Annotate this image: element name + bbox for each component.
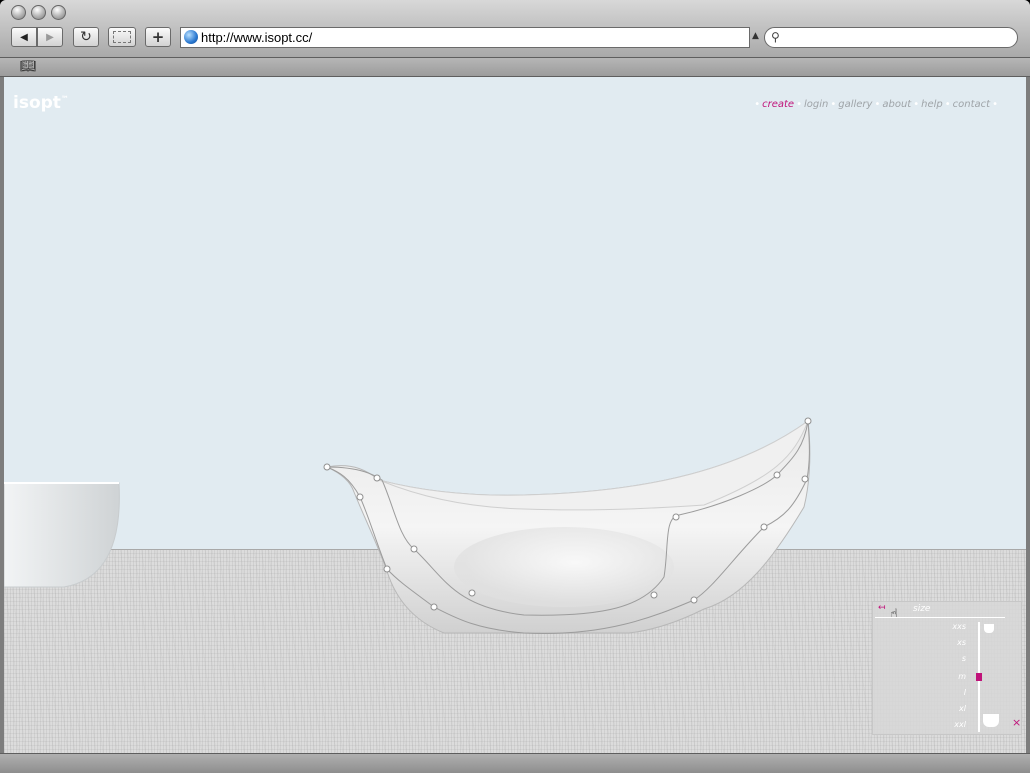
close-window-button[interactable] xyxy=(11,5,26,20)
bookmarks-bar: 📖︎ xyxy=(0,58,1030,77)
forward-arrow-icon: ▶ xyxy=(46,31,54,43)
bookmarks-book-icon[interactable]: 📖︎ xyxy=(20,59,37,74)
browser-toolbar: ◀ ▶ ↻ + http://www.isopt.cc/ ▲ ⚲ xyxy=(0,0,1030,58)
page-content: isopt™ • create • login • gallery • about • help •… xyxy=(4,77,1026,753)
url-dropdown-icon[interactable]: ▲ xyxy=(752,31,759,41)
size-option-xl[interactable]: xl xyxy=(959,704,966,713)
size-panel-title: size xyxy=(913,604,931,614)
reload-button[interactable]: ↻ xyxy=(73,27,99,47)
snapback-icon xyxy=(113,31,131,43)
hand-cursor-icon: ☝ xyxy=(890,607,898,622)
address-bar[interactable]: http://www.isopt.cc/ xyxy=(180,27,750,48)
size-option-m[interactable]: m xyxy=(958,672,966,681)
globe-icon xyxy=(184,30,198,44)
close-panel-icon[interactable]: × xyxy=(1012,716,1021,729)
editable-bowl-model[interactable] xyxy=(325,419,811,634)
snapback-button[interactable] xyxy=(108,27,136,47)
collapse-arrow-icon[interactable]: ↤ xyxy=(878,603,886,613)
size-option-xxs[interactable]: xxs xyxy=(952,622,966,631)
size-option-xxl[interactable]: xxl xyxy=(954,720,966,729)
back-button[interactable]: ◀ xyxy=(11,27,37,47)
browser-window: ◀ ▶ ↻ + http://www.isopt.cc/ ▲ ⚲ 📖︎ isop… xyxy=(0,0,1030,773)
add-bookmark-button[interactable]: + xyxy=(145,27,171,47)
url-text: http://www.isopt.cc/ xyxy=(201,30,313,45)
large-cup-icon xyxy=(983,714,999,727)
zoom-window-button[interactable] xyxy=(51,5,66,20)
back-arrow-icon: ◀ xyxy=(20,31,28,43)
size-option-l[interactable]: l xyxy=(964,688,966,697)
reload-icon: ↻ xyxy=(80,29,92,45)
minimize-window-button[interactable] xyxy=(31,5,46,20)
search-icon: ⚲ xyxy=(771,30,780,44)
size-option-s[interactable]: s xyxy=(962,654,966,663)
status-bar xyxy=(0,753,1030,773)
side-bowl xyxy=(4,482,120,588)
size-slider-handle[interactable] xyxy=(976,673,982,681)
size-panel: ↤ ☝ size xxs xs s m l xl xxl × xyxy=(872,601,1022,735)
small-cup-icon xyxy=(984,624,994,633)
size-panel-divider xyxy=(875,617,1005,618)
size-option-xs[interactable]: xs xyxy=(957,638,966,647)
search-field[interactable]: ⚲ xyxy=(764,27,1018,48)
forward-button[interactable]: ▶ xyxy=(37,27,63,47)
plus-icon: + xyxy=(151,28,165,46)
